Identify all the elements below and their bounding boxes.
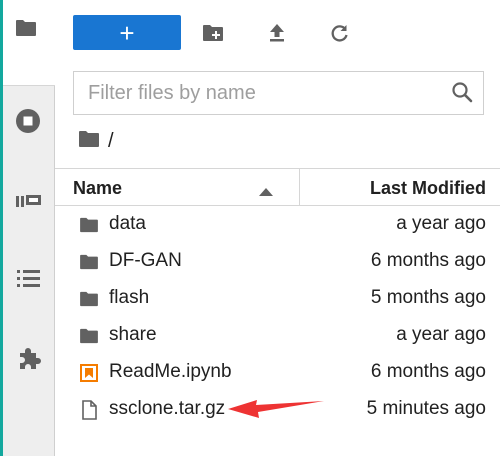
file-modified: a year ago — [396, 213, 486, 234]
file-name: ssclone.tar.gz — [109, 398, 226, 419]
column-divider[interactable] — [299, 169, 300, 206]
file-modified: 5 minutes ago — [366, 398, 486, 419]
folder-icon — [79, 215, 99, 235]
folder-icon — [79, 252, 99, 272]
file-name: ReadMe.ipynb — [109, 361, 232, 382]
file-modified: 5 months ago — [370, 287, 486, 308]
file-name: share — [109, 324, 157, 345]
breadcrumb: / — [78, 129, 114, 153]
filter-box — [73, 71, 484, 115]
file-browser-toolbar: + — [73, 15, 493, 51]
file-row[interactable]: share a year ago — [55, 317, 500, 354]
file-row[interactable]: DF-GAN 6 months ago — [55, 243, 500, 280]
home-folder-icon[interactable] — [78, 130, 100, 153]
file-row[interactable]: flash 5 months ago — [55, 280, 500, 317]
column-name-header[interactable]: Name — [73, 178, 122, 199]
file-modified: 6 months ago — [370, 361, 486, 382]
file-modified: a year ago — [396, 324, 486, 345]
column-modified-header[interactable]: Last Modified — [370, 178, 486, 199]
activity-bar — [0, 0, 55, 456]
file-row[interactable]: ReadMe.ipynb 6 months ago — [55, 354, 500, 391]
notebook-icon — [79, 363, 99, 383]
file-icon — [79, 400, 99, 420]
breadcrumb-root[interactable]: / — [108, 130, 114, 153]
file-name: DF-GAN — [109, 250, 182, 271]
file-list: data a year ago DF-GAN 6 months ago flas… — [55, 206, 500, 428]
search-icon[interactable] — [451, 81, 473, 108]
file-list-header: Name Last Modified — [55, 168, 500, 206]
file-row[interactable]: data a year ago — [55, 206, 500, 243]
new-folder-icon[interactable] — [202, 22, 224, 44]
folder-icon — [79, 326, 99, 346]
refresh-icon[interactable] — [329, 22, 351, 44]
plus-icon: + — [119, 17, 135, 48]
filter-input[interactable] — [74, 72, 444, 114]
running-kernels-icon[interactable] — [15, 108, 41, 134]
annotation-arrow — [228, 400, 324, 418]
file-modified: 6 months ago — [370, 250, 486, 271]
upload-icon[interactable] — [266, 22, 288, 44]
commands-icon[interactable] — [15, 192, 43, 210]
new-launcher-button[interactable]: + — [73, 15, 181, 50]
sort-ascending-icon[interactable] — [259, 183, 273, 201]
file-name: data — [109, 213, 146, 234]
file-name: flash — [109, 287, 150, 308]
extensions-puzzle-icon[interactable] — [16, 344, 44, 372]
list-icon[interactable] — [17, 267, 41, 289]
folder-icon[interactable] — [15, 18, 37, 38]
folder-icon — [79, 289, 99, 309]
file-browser-tab[interactable] — [3, 0, 55, 86]
